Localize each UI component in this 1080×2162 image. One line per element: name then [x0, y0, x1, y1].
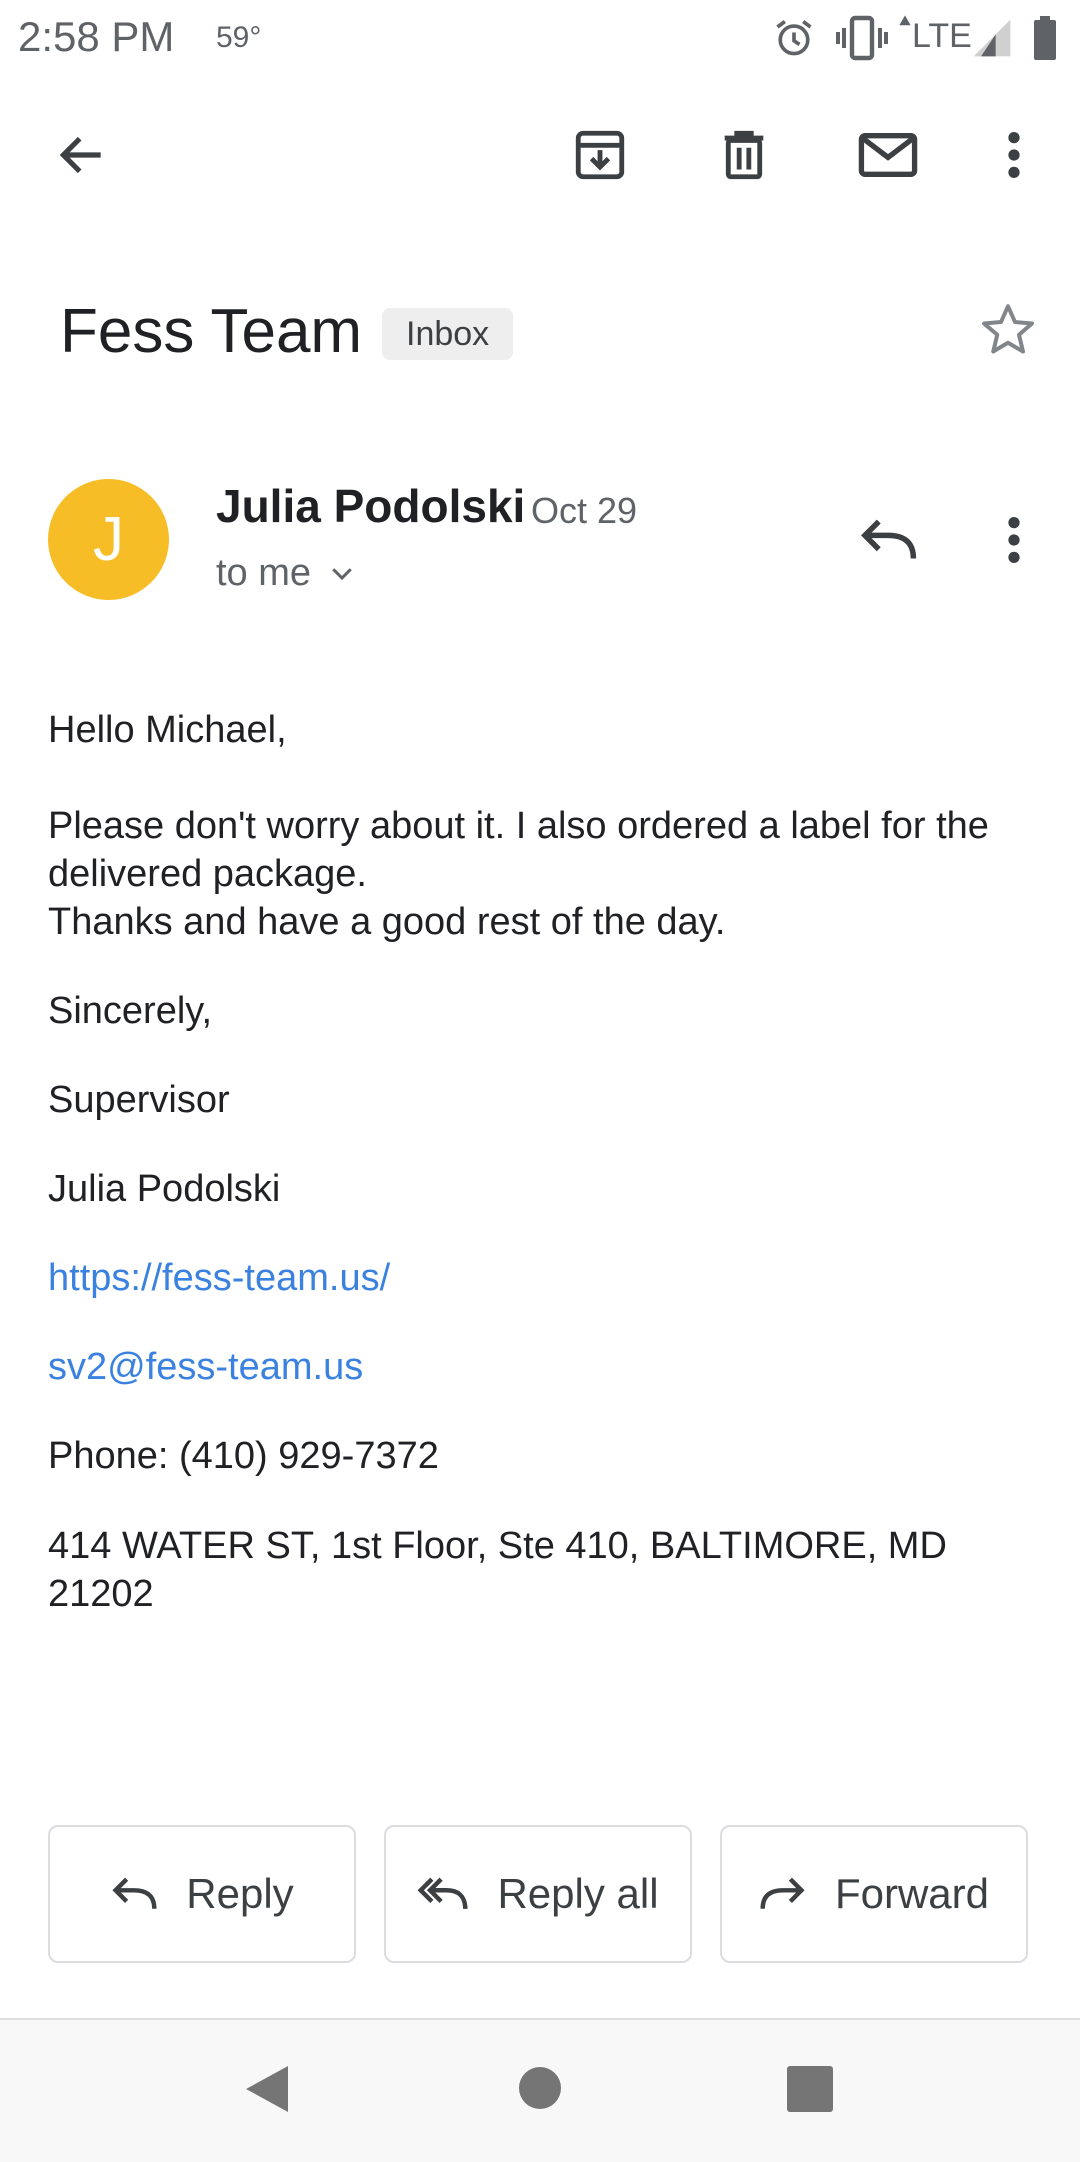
signature-title: Supervisor [48, 1079, 230, 1121]
more-vert-icon [1004, 514, 1024, 566]
body-closing: Sincerely, [48, 990, 213, 1032]
recipient-label: to me [216, 552, 312, 594]
signature-phone: Phone: (410) 929-7372 [48, 1435, 439, 1477]
body-greeting: Hello Michael, [48, 709, 287, 751]
star-button[interactable] [960, 282, 1056, 378]
reply-button[interactable]: Reply [48, 1825, 356, 1963]
battery-icon [1034, 16, 1056, 60]
forward-label: Forward [834, 1870, 990, 1917]
circle-home-icon [518, 2066, 562, 2110]
message-more-button[interactable] [966, 492, 1062, 588]
reply-all-label: Reply all [497, 1870, 659, 1917]
body-paragraph-line2: Thanks and have a good rest of the day. [48, 901, 726, 943]
lte-up-arrow-icon [898, 14, 912, 28]
more-options-button[interactable] [966, 107, 1062, 203]
more-vert-icon [1004, 129, 1024, 181]
square-recents-icon [787, 2066, 833, 2112]
reply-all-icon [417, 1873, 469, 1915]
signature-address: 414 WATER ST, 1st Floor, Ste 410, BALTIM… [48, 1525, 947, 1615]
mark-unread-button[interactable] [840, 107, 936, 203]
forward-icon [759, 1873, 807, 1915]
email-subject: Fess Team [60, 297, 363, 366]
mail-icon [856, 126, 920, 184]
nav-recents-button[interactable] [787, 2066, 833, 2112]
alarm-icon [772, 16, 816, 60]
archive-button[interactable] [552, 107, 648, 203]
nav-back-button[interactable] [244, 2064, 290, 2114]
body-paragraph-line1: Please don't worry about it. I also orde… [48, 805, 989, 895]
recipient-details-toggle[interactable]: to me [216, 546, 357, 600]
sender-avatar[interactable]: J [48, 479, 169, 600]
reply-icon [858, 514, 918, 566]
reply-icon [110, 1873, 158, 1915]
signal-icon [970, 16, 1014, 60]
star-icon [978, 300, 1038, 360]
back-button[interactable] [34, 107, 130, 203]
inbox-label-badge[interactable]: Inbox [382, 308, 514, 360]
sender-name: Julia Podolski [216, 480, 526, 532]
vibrate-icon [834, 14, 890, 62]
network-type: LTE [912, 17, 972, 55]
reply-label: Reply [186, 1870, 294, 1917]
chevron-down-icon [327, 558, 357, 588]
reply-all-button[interactable]: Reply all [384, 1825, 692, 1963]
nav-home-button[interactable] [518, 2066, 562, 2110]
back-arrow-icon [54, 127, 110, 183]
triangle-back-icon [244, 2064, 290, 2114]
status-temperature: 59° [216, 21, 262, 54]
status-time: 2:58 PM [18, 13, 175, 60]
delete-icon [715, 126, 773, 184]
archive-icon [571, 126, 629, 184]
reply-quick-button[interactable] [840, 492, 936, 588]
forward-button[interactable]: Forward [720, 1825, 1028, 1963]
email-date: Oct 29 [531, 490, 638, 531]
email-link[interactable]: sv2@fess-team.us [48, 1343, 363, 1391]
signature-name: Julia Podolski [48, 1168, 281, 1210]
delete-button[interactable] [696, 107, 792, 203]
website-link[interactable]: https://fess-team.us/ [48, 1254, 390, 1302]
